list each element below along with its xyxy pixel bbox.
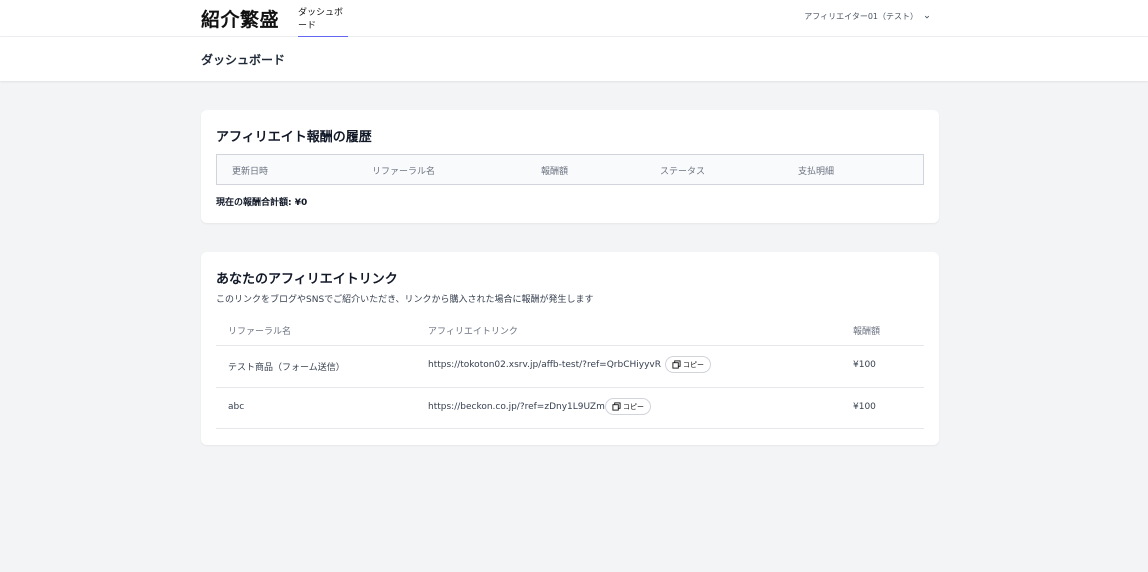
affiliate-url[interactable]: https://tokoton02.xsrv.jp/affb-test/?ref… <box>428 360 661 370</box>
column-payment-details: 支払明細 <box>798 167 835 177</box>
affiliate-links-subtitle: このリンクをブログやSNSでご紹介いただき、リンクから購入された場合に報酬が発生… <box>216 295 594 305</box>
referral-name: テスト商品（フォーム送信） <box>228 363 345 373</box>
reward-total: 現在の報酬合計額: ¥0 <box>216 198 308 208</box>
reward-amount: ¥100 <box>853 402 876 412</box>
table-row: テスト商品（フォーム送信） https://tokoton02.xsrv.jp/… <box>216 345 924 387</box>
top-navigation: 紹介繁盛 ダッシュボード アフィリエイター01（テスト） <box>0 0 1148 37</box>
affiliate-links-card: あなたのアフィリエイトリンク このリンクをブログやSNSでご紹介いただき、リンク… <box>201 252 939 445</box>
affiliate-url[interactable]: https://beckon.co.jp/?ref=zDny1L9UZm <box>428 402 605 412</box>
column-referral-name: リファーラル名 <box>228 327 292 337</box>
reward-amount: ¥100 <box>853 360 876 370</box>
reward-history-table-header: 更新日時 リファーラル名 報酬額 ステータス 支払明細 <box>216 154 924 185</box>
affiliate-links-title: あなたのアフィリエイトリンク <box>216 272 398 287</box>
table-row: abc https://beckon.co.jp/?ref=zDny1L9UZm… <box>216 387 924 429</box>
app-logo[interactable]: 紹介繁盛 <box>201 5 279 32</box>
column-reward-amount: 報酬額 <box>541 167 569 177</box>
column-reward-amount: 報酬額 <box>853 327 881 337</box>
copy-button[interactable]: コピー <box>605 398 651 415</box>
reward-history-title: アフィリエイト報酬の履歴 <box>216 130 372 145</box>
user-menu-label: アフィリエイター01（テスト） <box>804 12 918 21</box>
copy-icon <box>672 360 681 369</box>
referral-name: abc <box>228 402 245 412</box>
chevron-down-icon <box>924 15 930 19</box>
page-title: ダッシュボード <box>201 53 286 67</box>
column-affiliate-link: アフィリエイトリンク <box>428 327 518 337</box>
copy-button-label: コピー <box>683 360 704 369</box>
column-status: ステータス <box>660 167 706 177</box>
column-referral-name: リファーラル名 <box>372 167 436 177</box>
user-menu[interactable]: アフィリエイター01（テスト） <box>804 0 930 33</box>
copy-button-label: コピー <box>623 402 644 411</box>
copy-button[interactable]: コピー <box>665 356 711 373</box>
column-updated-at: 更新日時 <box>232 167 269 177</box>
reward-history-card: アフィリエイト報酬の履歴 更新日時 リファーラル名 報酬額 ステータス 支払明細… <box>201 110 939 223</box>
page-header: ダッシュボード <box>0 37 1148 81</box>
tab-dashboard[interactable]: ダッシュボード <box>298 0 348 37</box>
copy-icon <box>612 402 621 411</box>
